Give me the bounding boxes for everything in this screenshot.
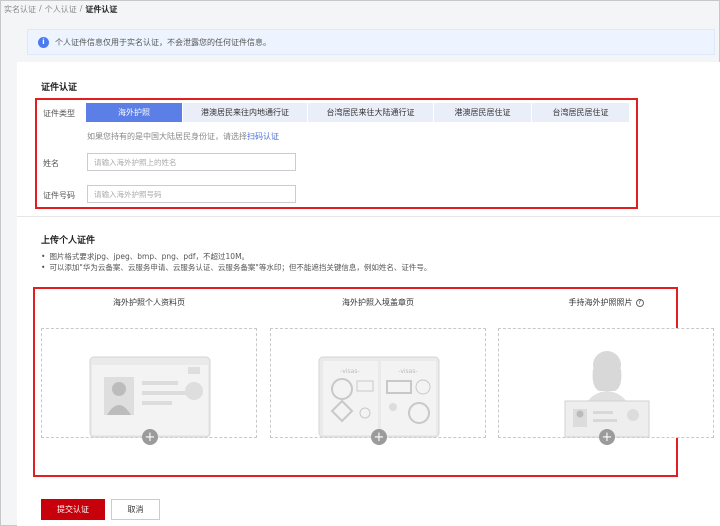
help-icon[interactable]: ? <box>635 298 644 307</box>
mainland-id-hint: 如果您持有的是中国大陆居民身份证，请选择扫码认证 <box>87 131 279 142</box>
cert-number-input[interactable]: 请输入海外护照号码 <box>87 185 296 203</box>
upload-card-handheld[interactable]: + <box>498 328 714 445</box>
tab-overseas-passport[interactable]: 海外护照 <box>86 103 183 122</box>
tab-taiwan-permit[interactable]: 台湾居民来往大陆通行证 <box>308 103 434 122</box>
hint-text: 如果您持有的是中国大陆居民身份证，请选择 <box>87 132 247 141</box>
visa-text-right: -visas- <box>398 368 417 375</box>
passport-visa-stamp-page-icon: -visas- -visas- <box>318 356 440 438</box>
add-visa-page-icon[interactable]: + <box>371 429 387 445</box>
tab-hk-macao-residence[interactable]: 港澳居民居住证 <box>434 103 532 122</box>
name-input[interactable]: 请输入海外护照上的姓名 <box>87 153 296 171</box>
upload-section-title: 上传个人证件 <box>41 236 96 246</box>
breadcrumb-separator: / <box>39 4 42 13</box>
requirement-watermark: 可以添加"华为云备案、云服务申请、云服务认证、云服务备案"等水印；但不能遮挡关键… <box>41 262 431 273</box>
breadcrumb-item-personal[interactable]: 个人认证 <box>45 4 77 15</box>
cancel-button[interactable]: 取消 <box>111 499 160 520</box>
cert-type-label: 证件类型 <box>43 109 75 118</box>
info-notice: i 个人证件信息仅用于实名认证，不会泄露您的任何证件信息。 <box>27 29 715 55</box>
breadcrumb: 实名认证 / 个人认证 / 证件认证 <box>4 4 117 15</box>
upload-requirements: 图片格式要求jpg、jpeg、bmp、png、pdf，不超过10M。 可以添加"… <box>41 251 431 273</box>
cert-section-title: 证件认证 <box>41 83 78 93</box>
upload-card-photo-page[interactable]: + <box>41 328 257 445</box>
upload-card-visa-page[interactable]: -visas- -visas- + <box>270 328 486 445</box>
breadcrumb-item-current: 证件认证 <box>85 5 118 14</box>
submit-button[interactable]: 提交认证 <box>41 499 105 520</box>
cert-type-tabs: 海外护照 港澳居民来往内地通行证 台湾居民来往大陆通行证 港澳居民居住证 台湾居… <box>86 103 630 122</box>
tab-taiwan-residence[interactable]: 台湾居民居住证 <box>532 103 630 122</box>
add-photo-page-icon[interactable]: + <box>142 429 158 445</box>
visa-text-left: -visas- <box>340 368 359 375</box>
upload-title-handheld: 手持海外护照照片? <box>498 297 714 308</box>
section-divider <box>17 216 720 217</box>
upload-title-visa-page: 海外护照入境盖章页 <box>342 298 414 307</box>
passport-photo-page-icon <box>89 356 211 438</box>
tab-hk-macao-permit[interactable]: 港澳居民来往内地通行证 <box>183 103 308 122</box>
notice-text: 个人证件信息仅用于实名认证，不会泄露您的任何证件信息。 <box>55 37 271 47</box>
add-handheld-icon[interactable]: + <box>599 429 615 445</box>
info-icon: i <box>38 36 49 48</box>
handheld-title-text: 手持海外护照照片 <box>568 298 633 307</box>
upload-title-photo-page: 海外护照个人资料页 <box>113 298 185 307</box>
breadcrumb-item-realname[interactable]: 实名认证 <box>4 4 36 15</box>
requirement-format: 图片格式要求jpg、jpeg、bmp、png、pdf，不超过10M。 <box>41 251 431 262</box>
scan-auth-link[interactable]: 扫码认证 <box>247 132 279 141</box>
breadcrumb-separator: / <box>79 4 83 13</box>
name-label: 姓名 <box>43 159 59 168</box>
cert-number-label: 证件号码 <box>43 191 75 200</box>
hand-held-passport-icon <box>564 351 650 438</box>
